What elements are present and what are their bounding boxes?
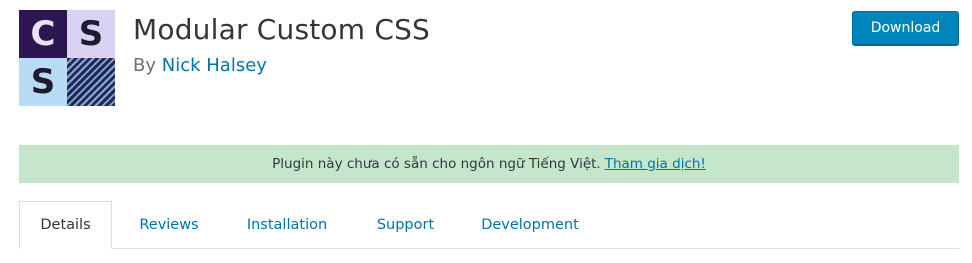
tab-development[interactable]: Development — [480, 201, 580, 248]
icon-tile-stripes — [67, 58, 115, 106]
tab-support[interactable]: Support — [368, 201, 443, 248]
author-link[interactable]: Nick Halsey — [162, 55, 267, 76]
icon-tile-s: S — [67, 10, 115, 58]
plugin-tabs: Details Reviews Installation Support Dev… — [19, 201, 959, 249]
byline-label: By — [133, 55, 157, 76]
translation-notice: Plugin này chưa có sẵn cho ngôn ngữ Tiến… — [19, 145, 959, 183]
notice-text: Plugin này chưa có sẵn cho ngôn ngữ Tiến… — [272, 156, 601, 172]
icon-tile-s-bottom: S — [19, 58, 67, 106]
plugin-byline: By Nick Halsey — [133, 55, 267, 76]
plugin-title: Modular Custom CSS — [133, 13, 431, 46]
plugin-icon: C S S — [19, 10, 115, 106]
download-button[interactable]: Download — [852, 11, 959, 45]
tab-reviews[interactable]: Reviews — [129, 201, 209, 248]
icon-tile-c: C — [19, 10, 67, 58]
tab-details[interactable]: Details — [19, 201, 112, 249]
join-translation-link[interactable]: Tham gia dịch! — [605, 156, 706, 172]
tab-installation[interactable]: Installation — [242, 201, 332, 248]
